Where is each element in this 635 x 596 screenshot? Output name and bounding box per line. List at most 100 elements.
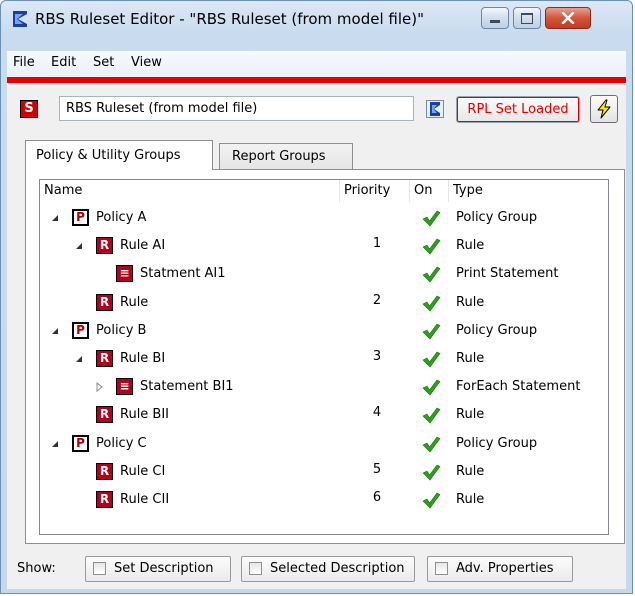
statement-icon: ≡ (116, 265, 133, 283)
close-icon (561, 12, 575, 24)
adv-properties-checkbox[interactable] (435, 562, 448, 575)
column-header-priority[interactable]: Priority (340, 180, 410, 202)
column-header-type[interactable]: Type (449, 180, 608, 202)
maximize-icon (521, 12, 533, 24)
row-priority: 5 (372, 461, 382, 477)
rule-icon: R (96, 491, 113, 508)
enabled-check-icon[interactable] (421, 377, 441, 397)
rpl-set-loaded-button[interactable]: RPL Set Loaded (456, 96, 580, 123)
row-type: Rule (456, 294, 485, 310)
rule-icon: R (96, 237, 113, 255)
row-type: Policy Group (456, 435, 538, 451)
row-type: Print Statement (456, 266, 559, 282)
policy-icon: P (72, 209, 89, 226)
ruleset-icon: S (20, 100, 38, 118)
row-type: ForEach Statement (456, 379, 581, 395)
row-name: Rule CI (120, 463, 166, 479)
collapsed-triangle-icon[interactable] (94, 382, 104, 393)
expanded-triangle-icon[interactable] (50, 326, 60, 336)
tree-row[interactable]: R Rule BII 4 Rule (40, 401, 608, 429)
enabled-check-icon[interactable] (421, 405, 441, 425)
selected-description-toggle[interactable]: Selected Description (241, 556, 415, 582)
menu-file[interactable]: File (13, 55, 35, 70)
row-name: Rule CII (120, 492, 170, 507)
tree-row[interactable]: R Rule AI 1 Rule (40, 232, 608, 260)
row-type: Policy Group (456, 210, 538, 225)
policy-icon: P (72, 321, 89, 339)
tree-row[interactable]: P Policy B Policy Group (40, 317, 608, 345)
policy-icon: P (72, 434, 89, 452)
adv-properties-label: Adv. Properties (456, 561, 554, 576)
expanded-triangle-icon[interactable] (74, 354, 84, 364)
row-type: Rule (456, 238, 485, 254)
enabled-check-icon[interactable] (421, 264, 441, 284)
row-priority: 2 (372, 292, 382, 308)
row-type: Rule (456, 463, 485, 479)
tree-row[interactable]: R Rule CII 6 Rule (40, 486, 608, 514)
row-name: Policy C (96, 435, 147, 451)
tree-row[interactable]: P Policy C Policy Group (40, 430, 608, 458)
tree-header: Name Priority On Type (40, 180, 608, 202)
reload-model-icon[interactable] (426, 100, 444, 118)
set-description-toggle[interactable]: Set Description (85, 556, 231, 582)
minimize-button[interactable] (481, 7, 509, 29)
row-priority: 6 (372, 490, 382, 505)
column-header-on[interactable]: On (410, 180, 449, 202)
rule-icon: R (96, 462, 113, 480)
selected-description-label: Selected Description (270, 561, 405, 576)
set-description-checkbox[interactable] (93, 562, 106, 575)
policy-tree[interactable]: Name Priority On Type P Policy A Policy Gr… (39, 179, 609, 535)
row-name: Statement BI1 (140, 379, 234, 395)
tree-row[interactable]: R Rule 2 Rule (40, 289, 608, 317)
enabled-check-icon[interactable] (421, 208, 441, 228)
enabled-check-icon[interactable] (421, 462, 441, 482)
adv-properties-toggle[interactable]: Adv. Properties (427, 556, 573, 582)
close-button[interactable] (545, 7, 591, 29)
row-name: Policy B (96, 322, 147, 338)
expanded-triangle-icon[interactable] (74, 241, 84, 251)
selected-description-checkbox[interactable] (249, 562, 262, 575)
enabled-check-icon[interactable] (421, 321, 441, 341)
menu-set[interactable]: Set (93, 55, 114, 70)
show-bar: Show: Set Description Selected Descripti… (7, 553, 626, 583)
row-name: Rule BII (120, 407, 170, 423)
row-name: Rule (120, 294, 149, 310)
row-type: Rule (456, 492, 485, 507)
ruleset-name-field[interactable]: RBS Ruleset (from model file) (59, 96, 414, 121)
enabled-check-icon[interactable] (421, 349, 441, 369)
tree-row[interactable]: ≡ Statment AI1 Print Statement (40, 260, 608, 288)
tree-row[interactable]: R Rule BI 3 Rule (40, 345, 608, 373)
run-button[interactable] (590, 95, 618, 123)
row-type: Rule (456, 407, 485, 423)
row-type: Policy Group (456, 322, 538, 338)
row-name: Statment AI1 (140, 266, 226, 282)
editor-content: S RBS Ruleset (from model file) RPL Set … (7, 83, 626, 589)
row-priority: 4 (372, 405, 382, 421)
expanded-triangle-icon[interactable] (50, 213, 60, 223)
rule-icon: R (96, 406, 113, 424)
tab-policy-utility-groups[interactable]: Policy & Utility Groups (25, 140, 213, 170)
minimize-icon (490, 19, 500, 23)
rule-icon: R (96, 350, 113, 367)
set-description-label: Set Description (114, 561, 214, 576)
title-bar[interactable]: RBS Ruleset Editor - "RBS Ruleset (from … (1, 1, 632, 35)
row-name: Rule BI (120, 351, 166, 366)
enabled-check-icon[interactable] (421, 434, 441, 454)
tab-panel: Name Priority On Type P Policy A Policy Gr… (25, 169, 625, 544)
tab-report-groups[interactable]: Report Groups (219, 143, 353, 169)
enabled-check-icon[interactable] (421, 490, 441, 510)
tree-row[interactable]: ≡ Statement BI1 ForEach Statement (40, 373, 608, 401)
column-header-name[interactable]: Name (40, 180, 340, 202)
tree-row[interactable]: P Policy A Policy Group (40, 204, 608, 232)
menu-edit[interactable]: Edit (51, 55, 76, 70)
row-priority: 1 (372, 236, 382, 252)
menu-view[interactable]: View (131, 55, 162, 70)
statement-icon: ≡ (116, 378, 133, 396)
enabled-check-icon[interactable] (421, 293, 441, 313)
tree-row[interactable]: R Rule CI 5 Rule (40, 458, 608, 486)
lightning-bolt-icon (597, 99, 611, 119)
maximize-button[interactable] (513, 7, 541, 29)
menu-bar: File Edit Set View (7, 51, 626, 77)
expanded-triangle-icon[interactable] (50, 439, 60, 449)
enabled-check-icon[interactable] (421, 236, 441, 256)
